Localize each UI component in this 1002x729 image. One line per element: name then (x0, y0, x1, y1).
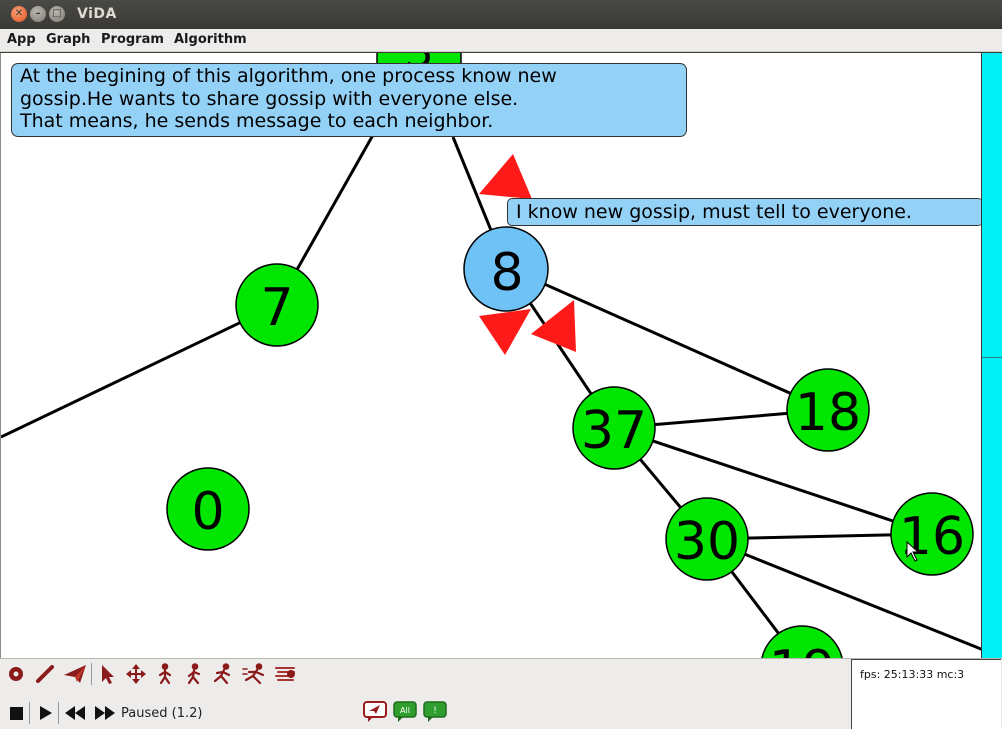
node-7[interactable]: 7 (235, 263, 319, 347)
toolbar-separator (29, 702, 30, 724)
edge-7-left (1, 303, 278, 439)
move-icon[interactable] (124, 662, 148, 686)
add-node-icon[interactable] (4, 662, 28, 686)
walk-slow-icon[interactable] (153, 662, 177, 686)
toolbar-separator (58, 702, 59, 724)
vertical-scrollbar[interactable] (981, 53, 1002, 658)
node-0[interactable]: 0 (166, 467, 250, 551)
message-arrow (531, 300, 576, 352)
node-label: 37 (581, 401, 647, 461)
graph-canvas[interactable]: 3 7 8 37 18 0 30 16 (0, 53, 1002, 658)
node-19[interactable]: 19 (761, 625, 843, 658)
edge-37-16 (613, 426, 933, 536)
play-icon[interactable] (33, 701, 57, 725)
run-icon[interactable] (211, 662, 235, 686)
window-title: ViDA (77, 6, 117, 22)
node-30[interactable]: 30 (665, 497, 749, 581)
node-8-speech-bubble: I know new gossip, must tell to everyone… (507, 198, 983, 226)
walk-icon[interactable] (182, 662, 206, 686)
explanation-line: That means, he sends message to each nei… (20, 110, 494, 132)
node-label: 7 (260, 278, 293, 338)
node-label: 18 (795, 383, 861, 443)
menu-app[interactable]: App (7, 32, 36, 47)
stats-panel: fps: 25:13:33 mc:3 (851, 659, 1001, 729)
select-pointer-icon[interactable] (94, 662, 118, 686)
toolbar-separator (91, 663, 92, 685)
node-label: 8 (490, 243, 523, 303)
node-37[interactable]: 37 (572, 386, 656, 470)
fps-readout: fps: 25:13:33 mc:3 (860, 668, 965, 681)
message-arrow (479, 154, 532, 199)
add-edge-icon[interactable] (33, 662, 57, 686)
rewind-icon[interactable] (63, 701, 87, 725)
node-label: 19 (769, 640, 835, 658)
menu-bar: App Graph Program Algorithm (0, 29, 1002, 52)
message-alert-icon[interactable]: ! (423, 700, 447, 724)
algorithm-explanation-bubble: At the begining of this algorithm, one p… (11, 63, 687, 137)
window-close-button[interactable]: ✕ (11, 6, 27, 22)
bottom-toolbar: Paused (1.2) All ! fps: 25:13:33 mc:3 (0, 658, 1002, 729)
node-label: 16 (899, 507, 965, 567)
explanation-line: gossip.He wants to share gossip with eve… (20, 87, 519, 110)
send-message-icon[interactable] (63, 662, 87, 686)
menu-graph[interactable]: Graph (46, 32, 90, 47)
stop-icon[interactable] (4, 701, 28, 725)
node-18[interactable]: 18 (786, 368, 870, 452)
playback-status: Paused (1.2) (121, 706, 203, 721)
run-fastest-icon[interactable] (273, 662, 297, 686)
run-fast-icon[interactable] (242, 662, 266, 686)
node-8[interactable]: 8 (463, 226, 549, 312)
menu-program[interactable]: Program (101, 32, 164, 47)
window-maximize-button[interactable]: □ (49, 6, 65, 22)
message-arrow (479, 309, 531, 355)
graph-svg: 3 7 8 37 18 0 30 16 (1, 53, 987, 658)
node-label: 30 (674, 512, 740, 572)
message-all-label: All (400, 706, 410, 715)
window-titlebar: ✕ – □ ViDA (0, 0, 1002, 29)
message-all-icon[interactable]: All (393, 700, 417, 724)
menu-algorithm[interactable]: Algorithm (174, 32, 247, 47)
message-send-icon[interactable] (363, 700, 387, 724)
message-alert-label: ! (433, 706, 437, 716)
node-label: 0 (191, 482, 224, 542)
window-minimize-button[interactable]: – (30, 6, 46, 22)
node-16[interactable]: 16 (890, 492, 974, 576)
scrollbar-thumb-edge (982, 357, 1002, 358)
fast-forward-icon[interactable] (93, 701, 117, 725)
explanation-line: At the begining of this algorithm, one p… (20, 65, 557, 87)
